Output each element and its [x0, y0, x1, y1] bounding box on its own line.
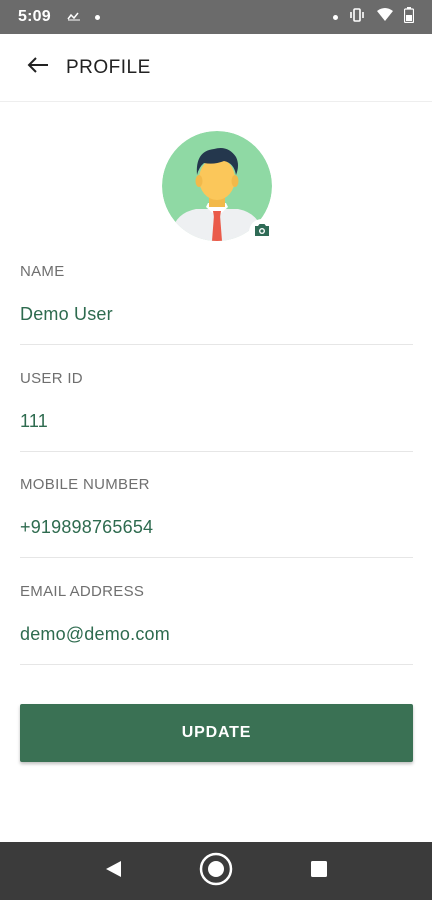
- notification-dot-icon: [94, 14, 100, 20]
- arrow-left-icon: [27, 56, 49, 79]
- status-left-icons: [67, 8, 100, 26]
- nav-home-button[interactable]: [192, 847, 240, 895]
- profile-screen: 5:09 PROFILE NAME Demo User USER ID 111 …: [0, 0, 432, 900]
- signal-strength-icon: [67, 8, 81, 26]
- vibrate-icon: [348, 7, 366, 27]
- status-time: 5:09: [18, 8, 51, 25]
- status-bar: 5:09: [0, 0, 432, 34]
- change-photo-button[interactable]: [249, 219, 275, 245]
- field-value[interactable]: Demo User: [20, 304, 113, 325]
- field-value[interactable]: 111: [20, 411, 48, 432]
- field-value[interactable]: +919898765654: [20, 517, 153, 538]
- app-bar: PROFILE: [0, 34, 432, 102]
- back-button[interactable]: [18, 48, 58, 88]
- field-label: MOBILE NUMBER: [20, 476, 150, 493]
- field-mobile-number[interactable]: MOBILE NUMBER +919898765654: [20, 468, 413, 558]
- field-user-id[interactable]: USER ID 111: [20, 362, 413, 452]
- update-button[interactable]: UPDATE: [20, 704, 413, 762]
- recents-square-icon: [310, 860, 328, 883]
- page-title: PROFILE: [66, 56, 151, 78]
- nav-back-button[interactable]: [89, 847, 137, 895]
- avatar-container: [162, 131, 275, 245]
- home-circle-icon: [198, 851, 234, 892]
- field-email-address[interactable]: EMAIL ADDRESS demo@demo.com: [20, 575, 413, 665]
- field-label: EMAIL ADDRESS: [20, 583, 145, 600]
- system-nav-bar: [0, 842, 432, 900]
- back-triangle-icon: [103, 859, 123, 884]
- field-label: USER ID: [20, 370, 83, 387]
- camera-icon: [254, 223, 270, 242]
- field-value[interactable]: demo@demo.com: [20, 624, 170, 645]
- nav-recents-button[interactable]: [295, 847, 343, 895]
- status-right-icons: [333, 6, 415, 28]
- field-name[interactable]: NAME Demo User: [20, 255, 413, 345]
- field-label: NAME: [20, 263, 65, 280]
- battery-icon: [403, 6, 415, 28]
- wifi-icon: [376, 7, 394, 27]
- notification-dot-icon: [333, 14, 338, 20]
